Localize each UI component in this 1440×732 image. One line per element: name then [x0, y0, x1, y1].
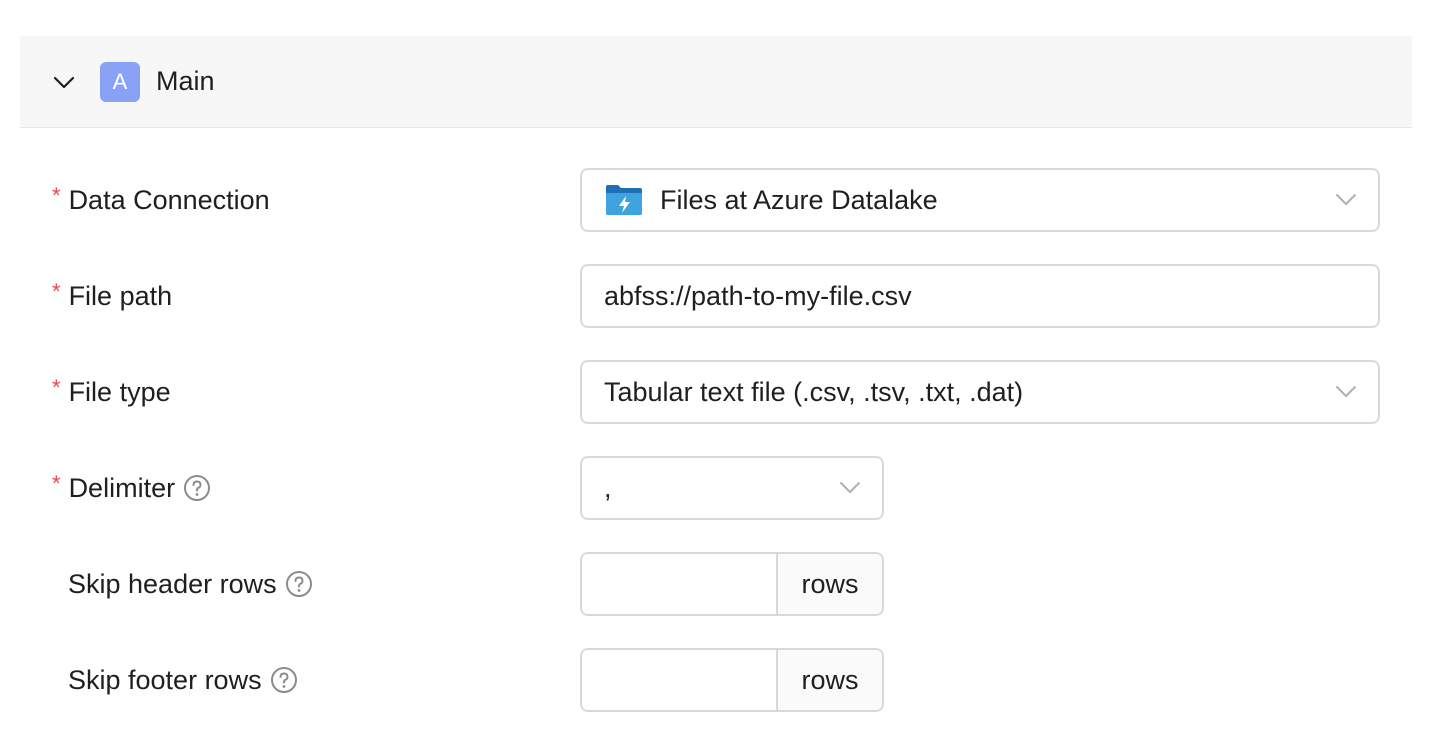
data-connection-label: * Data Connection	[52, 168, 270, 232]
file-type-label: * File type	[52, 360, 171, 424]
delimiter-row: * Delimiter ,	[20, 456, 1412, 520]
delimiter-select[interactable]: ,	[580, 456, 884, 520]
section-header[interactable]: A Main	[20, 36, 1412, 128]
file-type-label-text: File type	[68, 376, 171, 407]
chevron-down-icon[interactable]	[1314, 170, 1378, 230]
data-connection-select[interactable]: Files at Azure Datalake	[580, 168, 1380, 232]
skip-footer-rows-label: Skip footer rows	[68, 648, 298, 712]
data-connection-row: * Data Connection Files at Azure Datalak…	[20, 168, 1412, 232]
rows-addon: rows	[776, 650, 882, 710]
section-badge: A	[100, 61, 140, 102]
chevron-down-icon[interactable]	[1314, 362, 1378, 422]
skip-footer-rows-row: Skip footer rows rows	[20, 648, 1412, 712]
skip-header-rows-row: Skip header rows rows	[20, 552, 1412, 616]
data-connection-value: Files at Azure Datalake	[660, 184, 938, 215]
delimiter-label-text: Delimiter	[68, 472, 176, 503]
question-circle-icon[interactable]	[285, 570, 313, 598]
skip-footer-rows-input[interactable]	[582, 650, 776, 710]
chevron-down-icon[interactable]	[50, 68, 78, 96]
data-connection-label-text: Data Connection	[68, 184, 270, 215]
question-circle-icon[interactable]	[183, 474, 211, 502]
delimiter-label: * Delimiter	[52, 456, 211, 520]
required-mark: *	[52, 375, 61, 400]
file-type-row: * File type Tabular text file (.csv, .ts…	[20, 360, 1412, 424]
skip-header-rows-input-group: rows	[580, 552, 884, 616]
skip-footer-rows-input-group: rows	[580, 648, 884, 712]
chevron-down-icon[interactable]	[818, 458, 882, 518]
file-path-row: * File path abfss://path-to-my-file.csv	[20, 264, 1412, 328]
main-section-panel: A Main * Data Connection Files at Azure …	[20, 36, 1412, 732]
required-mark: *	[52, 183, 61, 208]
file-type-value: Tabular text file (.csv, .tsv, .txt, .da…	[604, 376, 1024, 407]
question-circle-icon[interactable]	[270, 666, 298, 694]
delimiter-value: ,	[604, 472, 612, 503]
file-type-select[interactable]: Tabular text file (.csv, .tsv, .txt, .da…	[580, 360, 1380, 424]
required-mark: *	[52, 279, 61, 304]
skip-footer-rows-label-text: Skip footer rows	[68, 664, 262, 695]
skip-header-rows-label: Skip header rows	[68, 552, 313, 616]
rows-addon: rows	[776, 554, 882, 614]
skip-header-rows-input[interactable]	[582, 554, 776, 614]
required-mark: *	[52, 471, 61, 496]
file-path-label-text: File path	[68, 280, 173, 311]
skip-header-rows-label-text: Skip header rows	[68, 568, 277, 599]
file-path-label: * File path	[52, 264, 172, 328]
section-title: Main	[156, 66, 215, 96]
azure-datalake-folder-icon	[604, 183, 644, 217]
file-path-input[interactable]: abfss://path-to-my-file.csv	[580, 264, 1380, 328]
file-path-value[interactable]: abfss://path-to-my-file.csv	[582, 281, 1378, 312]
